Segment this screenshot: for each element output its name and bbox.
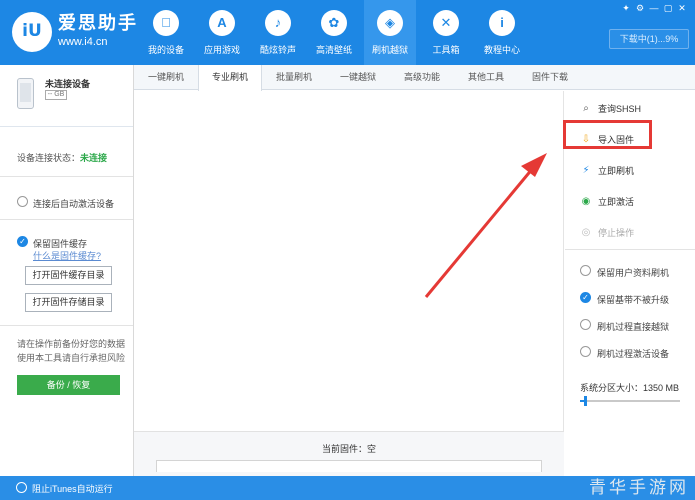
auto-activate-radio[interactable] [17,196,28,207]
brand: 爱思助手 www.i4.cn [58,13,138,49]
partition-size-label: 系统分区大小：1350 MB [580,383,680,393]
app-logo: iU [12,12,52,52]
main-content: 当前固件：空 [134,91,564,476]
auto-activate-label: 连接后自动激活设备 [33,199,115,209]
slider-thumb[interactable] [584,396,587,406]
block-itunes-label: 阻止iTunes自动运行 [32,484,113,494]
nav-label: 高清壁纸 [315,45,352,55]
brand-name: 爱思助手 [58,13,138,33]
option-label: 保留用户资料刷机 [597,268,670,278]
flower-icon: ✿ [321,10,347,36]
nav-label: 工具箱 [432,45,460,55]
current-firmware-label: 当前固件：空 [321,444,376,454]
nav-item-0[interactable]:  我的设备 [140,0,192,65]
settings-icon[interactable]: ⚙ [633,2,647,14]
bell-icon: ♪ [265,10,291,36]
option-label: 刷机过程激活设备 [597,349,670,359]
nav-item-2[interactable]: ♪ 酷炫铃声 [252,0,304,65]
action-label: 立即激活 [598,197,635,207]
action-0[interactable]: ⌕ 查询SHSH [565,95,695,123]
divider [0,219,133,220]
tools-icon: ✕ [433,10,459,36]
status-label: 设备连接状态： [17,153,81,163]
divider [565,249,695,250]
option-label: 保留基带不被升级 [597,295,670,305]
option-label: 刷机过程直接越狱 [597,322,670,332]
device-sidebar: 未连接设备 -- GB 设备连接状态：未连接 连接后自动激活设备 ✓ 保留固件缓… [0,65,134,476]
storage-badge: -- GB [45,90,67,100]
nav-label: 我的设备 [147,45,184,55]
nav-label: 刷机越狱 [371,45,408,55]
app-store-icon: A [209,10,235,36]
open-cache-dir-button[interactable]: 打开固件缓存目录 [25,266,112,285]
brand-url: www.i4.cn [58,36,108,48]
phone-icon [17,78,34,109]
flash-icon: ⚡ [582,165,590,176]
action-label: 查询SHSH [598,104,642,114]
main-nav:  我的设备 A 应用游戏 ♪ 酷炫铃声 ✿ 高清壁纸 ◈ 刷机越狱 ✕ 工具箱 i 教程中心 [140,0,532,65]
nav-item-6[interactable]: i 教程中心 [476,0,528,65]
maximize-icon[interactable]: ▢ [661,2,675,14]
dropbox-icon: ◈ [377,10,403,36]
tab-4[interactable]: 高级功能 [390,65,454,90]
download-progress-button[interactable]: 下载中(1)...9% [609,29,689,49]
partition-slider[interactable] [580,396,680,406]
nav-label: 教程中心 [483,45,520,55]
option-checkbox-checked[interactable]: ✓ [580,292,591,303]
divider [0,325,133,326]
highlight-box [563,120,652,149]
tab-3[interactable]: 一键越狱 [326,65,390,90]
cache-help-link[interactable]: 什么是固件缓存? [33,249,101,262]
close-icon[interactable]: ✕ [675,2,689,14]
firmware-area: 当前固件：空 [134,431,564,476]
status-value: 未连接 [80,153,108,163]
nav-label: 应用游戏 [203,45,240,55]
window-controls: ✦ ⚙ — ▢ ✕ [619,2,689,14]
tab-2[interactable]: 批量刷机 [262,65,326,90]
info-icon: i [489,10,515,36]
logo-icon: iU [22,21,42,41]
option-radio[interactable] [580,346,591,357]
nav-item-3[interactable]: ✿ 高清壁纸 [308,0,360,65]
device-name: 未连接设备 [45,79,91,89]
apple-icon:  [153,10,179,36]
search-icon: ⌕ [583,103,589,114]
backup-restore-button[interactable]: 备份 / 恢复 [17,375,120,395]
option-radio[interactable] [580,319,591,330]
warning-text: 请在操作前备份好您的数据使用本工具请自行承担风险 [17,339,126,363]
connection-status: 设备连接状态：未连接 [17,151,107,164]
tab-0[interactable]: 一键刷机 [134,65,198,90]
firmware-field [156,460,542,472]
option-radio[interactable] [580,265,591,276]
keep-cache-checkbox[interactable]: ✓ [17,236,28,247]
nav-label: 酷炫铃声 [259,45,296,55]
app-header: iU 爱思助手 www.i4.cn  我的设备 A 应用游戏 ♪ 酷炫铃声 ✿ 高清壁纸 ◈ 刷… [0,0,695,65]
tab-6[interactable]: 固件下载 [518,65,582,90]
globe-icon: ◉ [581,196,591,207]
action-label: 停止操作 [598,228,635,238]
action-2[interactable]: ⚡ 立即刷机 [565,157,695,185]
action-3[interactable]: ◉ 立即激活 [565,188,695,216]
stop-icon: ◎ [581,227,591,238]
open-store-dir-button[interactable]: 打开固件存储目录 [25,293,112,312]
watermark-logo: 青华手游网 [589,478,689,498]
divider [0,176,133,177]
pin-icon[interactable]: ✦ [619,2,633,14]
nav-item-4[interactable]: ◈ 刷机越狱 [364,0,416,65]
minimize-icon[interactable]: — [647,2,661,14]
flash-tabs: 一键刷机 专业刷机 批量刷机 一键越狱 高级功能 其他工具 固件下载 [134,65,695,91]
action-label: 立即刷机 [598,166,635,176]
device-info: 未连接设备 -- GB [0,65,133,127]
tab-1[interactable]: 专业刷机 [198,65,262,91]
action-4: ◎ 停止操作 [565,219,695,247]
tab-5[interactable]: 其他工具 [454,65,518,90]
nav-item-5[interactable]: ✕ 工具箱 [420,0,472,65]
block-itunes-radio[interactable] [16,482,27,493]
nav-item-1[interactable]: A 应用游戏 [196,0,248,65]
